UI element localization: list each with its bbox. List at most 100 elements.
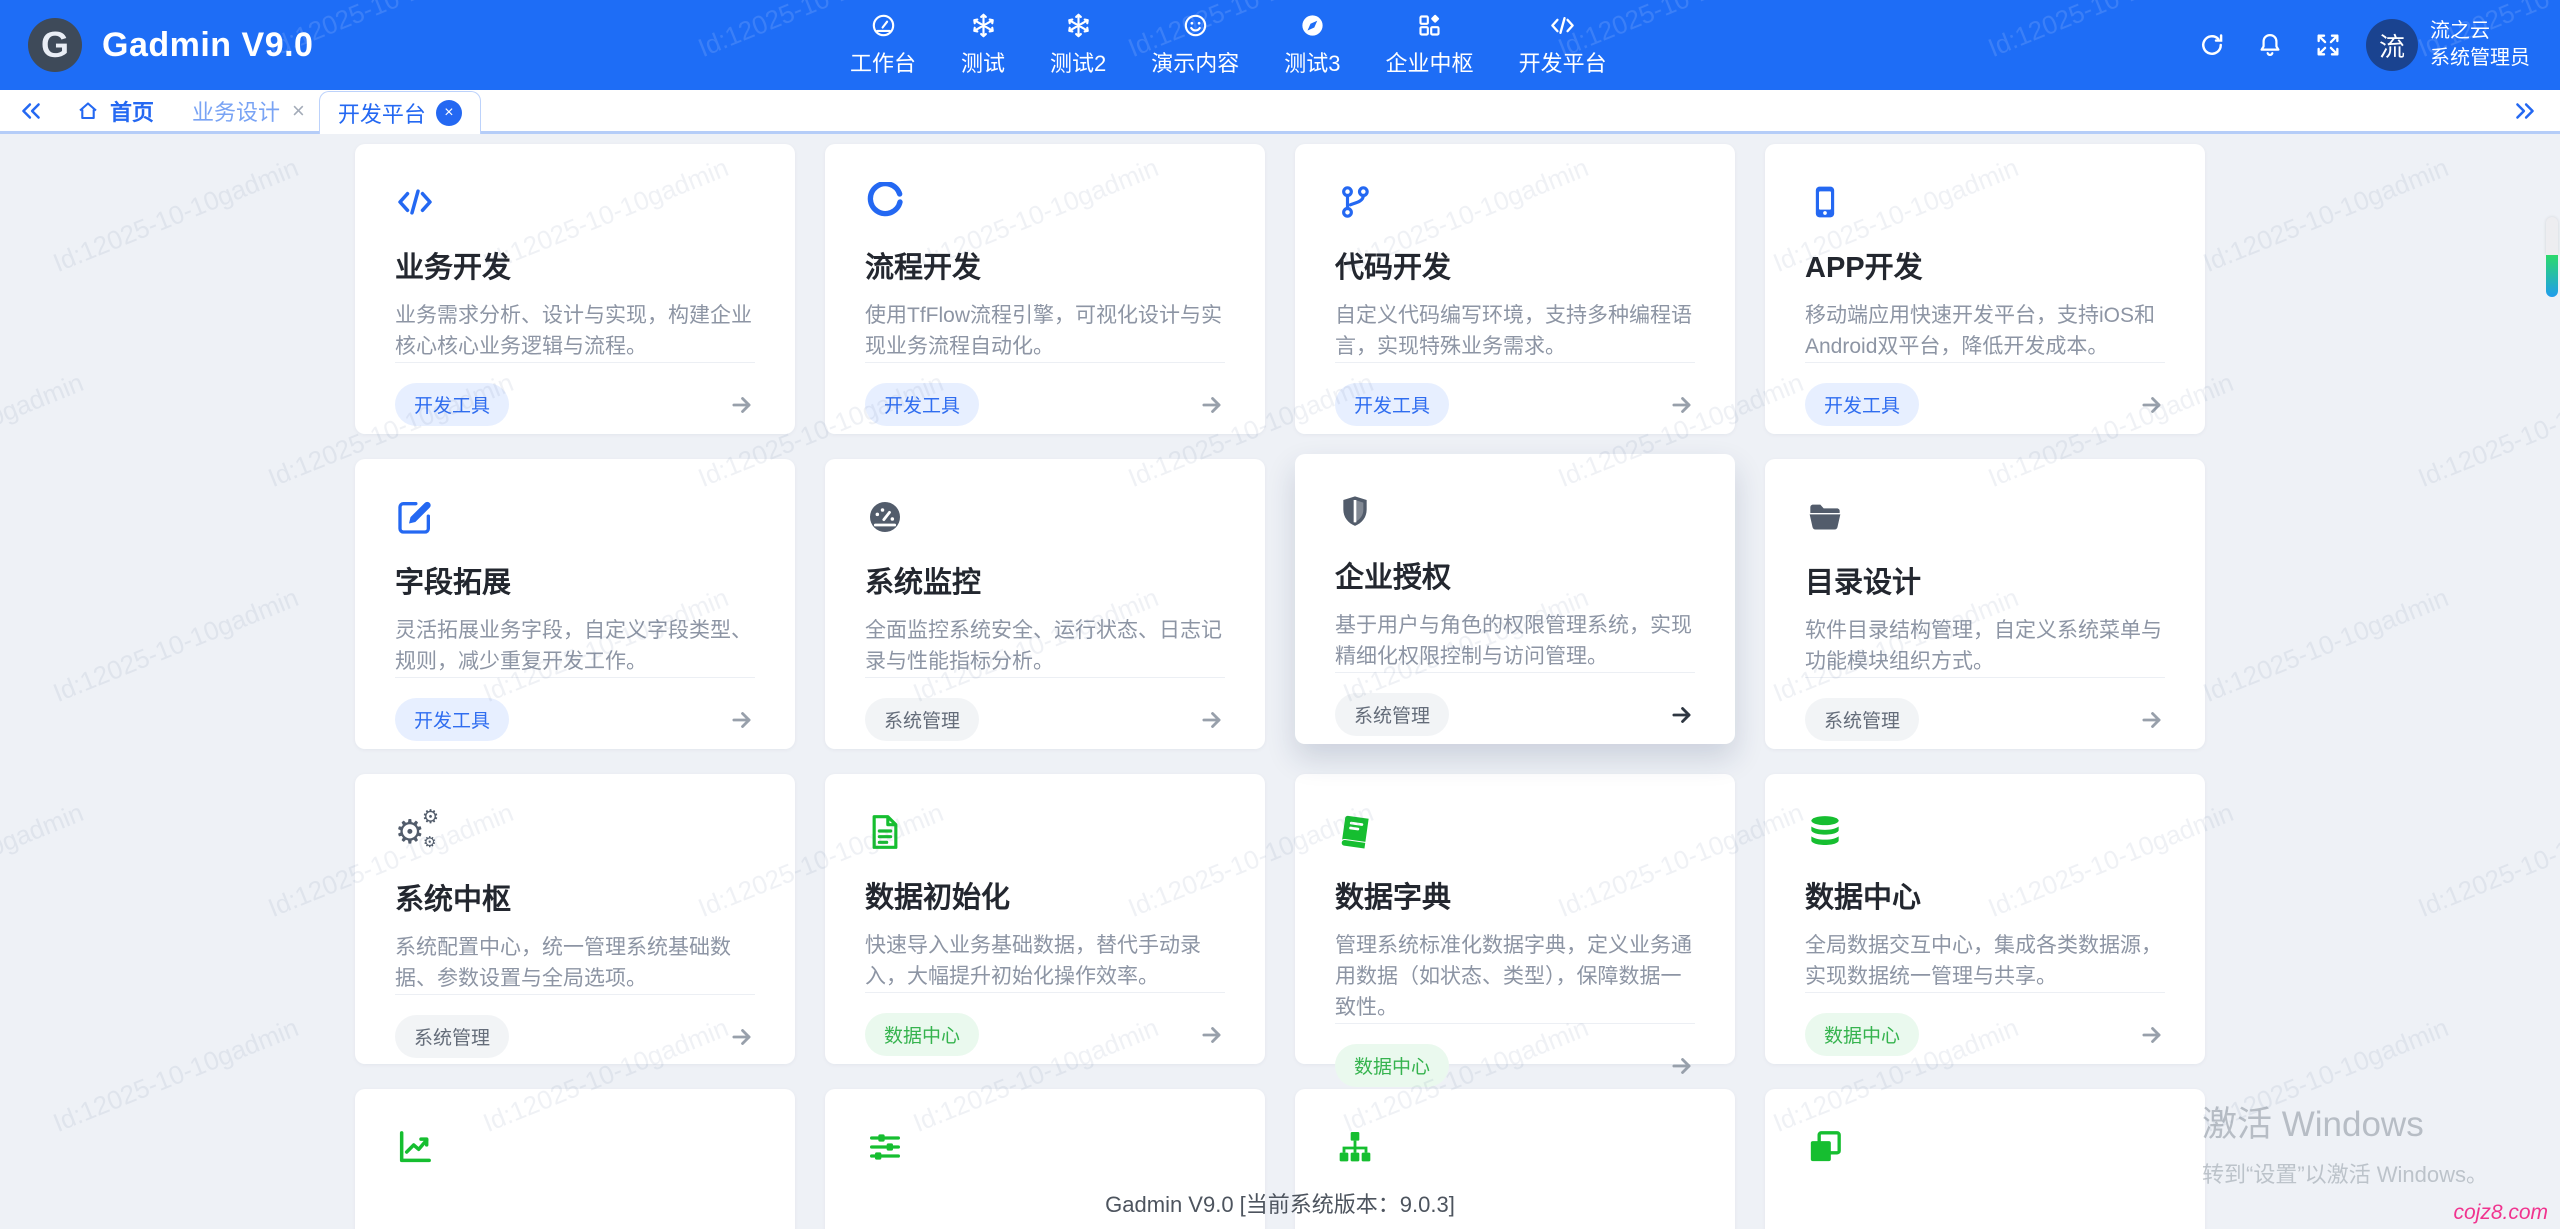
category-tag: 数据中心 (1805, 1013, 1919, 1056)
module-card-APP开发[interactable]: APP开发移动端应用快速开发平台，支持iOS和Android双平台，降低开发成本… (1765, 144, 2205, 434)
arrow-right-icon[interactable] (1669, 1053, 1695, 1079)
card-footer: 系统管理 (1335, 672, 1695, 736)
card-title: 系统中枢 (395, 876, 755, 918)
card-description: 软件目录结构管理，自定义系统菜单与功能模块组织方式。 (1805, 615, 2165, 677)
arrow-right-icon[interactable] (2139, 1022, 2165, 1048)
module-card-业务开发[interactable]: 业务开发业务需求分析、设计与实现，构建企业核心核心业务逻辑与流程。开发工具 (355, 144, 795, 434)
top-header: G Gadmin V9.0 工作台 测试测试2 演示内容 测试3 企业中枢 开发平台 流 … (0, 0, 2560, 90)
module-card-企业授权[interactable]: 企业授权基于用户与角色的权限管理系统，实现精细化权限控制与访问管理。系统管理 (1295, 454, 1735, 744)
card-title: 数据中心 (1805, 874, 2165, 916)
nav-label: 开发平台 (1519, 46, 1607, 78)
card-title: 代码开发 (1335, 244, 1695, 286)
close-icon[interactable]: × (436, 100, 462, 126)
main-nav: 工作台 测试测试2 演示内容 测试3 企业中枢 开发平台 (850, 0, 1607, 90)
card-description: 业务需求分析、设计与实现，构建企业核心核心业务逻辑与流程。 (395, 300, 755, 362)
module-card-数据字典[interactable]: 数据字典管理系统标准化数据字典，定义业务通用数据（如状态、类型），保障数据一致性… (1295, 774, 1735, 1064)
nav-item-开发平台[interactable]: 开发平台 (1519, 12, 1607, 78)
module-card-流程开发[interactable]: 流程开发使用TfFlow流程引擎，可视化设计与实现业务流程自动化。开发工具 (825, 144, 1265, 434)
app-logo: G (28, 18, 82, 72)
card-description: 移动端应用快速开发平台，支持iOS和Android双平台，降低开发成本。 (1805, 300, 2165, 362)
nav-label: 演示内容 (1151, 46, 1239, 78)
card-description: 全局数据交互中心，集成各类数据源，实现数据统一管理与共享。 (1805, 930, 2165, 992)
code-icon (395, 182, 755, 222)
chart-line-icon (395, 1127, 755, 1169)
snowflake-icon (970, 12, 997, 39)
tab-bar: 首页 业务设计 × 开发平台 × (0, 90, 2560, 134)
fullscreen-icon[interactable] (2314, 31, 2342, 59)
arrow-right-icon[interactable] (1199, 1022, 1225, 1048)
nav-item-测试[interactable]: 测试 (961, 12, 1005, 78)
scrollbar-thumb[interactable] (2546, 217, 2558, 297)
smiley-icon (1182, 12, 1209, 39)
arrow-right-icon[interactable] (2139, 707, 2165, 733)
tab-label: 开发平台 (338, 97, 426, 129)
arrow-right-icon[interactable] (1199, 707, 1225, 733)
user-role: 系统管理员 (2430, 45, 2530, 72)
module-card-代码开发[interactable]: 代码开发自定义代码编写环境，支持多种编程语言，实现特殊业务需求。开发工具 (1295, 144, 1735, 434)
shield-icon (1335, 492, 1695, 532)
corner-link: cojz8.com (2453, 1201, 2548, 1225)
dashboard-icon (865, 497, 1225, 537)
gauge-icon (870, 12, 897, 39)
module-card-数据中心[interactable]: 数据中心全局数据交互中心，集成各类数据源，实现数据统一管理与共享。数据中心 (1765, 774, 2205, 1064)
card-title: 业务开发 (395, 244, 755, 286)
card-footer: 系统管理 (395, 994, 755, 1058)
avatar: 流 (2366, 19, 2418, 71)
folder-icon (1805, 497, 2165, 537)
refresh-icon[interactable] (2198, 31, 2226, 59)
chevrons-right-icon[interactable] (2512, 98, 2538, 124)
module-card-字段拓展[interactable]: 字段拓展灵活拓展业务字段，自定义字段类型、规则，减少重复开发工作。开发工具 (355, 459, 795, 749)
database-icon (1805, 812, 2165, 852)
user-info: 流之云 系统管理员 (2430, 18, 2530, 72)
category-tag: 开发工具 (1805, 383, 1919, 426)
card-footer: 数据中心 (1335, 1023, 1695, 1087)
header-actions: 流 流之云 系统管理员 (2168, 0, 2530, 90)
arrow-right-icon[interactable] (2139, 392, 2165, 418)
card-footer: 开发工具 (1805, 362, 2165, 426)
windows-icon (1805, 1127, 2165, 1169)
module-card-数据初始化[interactable]: 数据初始化快速导入业务基础数据，替代手动录入，大幅提升初始化操作效率。数据中心 (825, 774, 1265, 1064)
nav-item-演示内容[interactable]: 演示内容 (1151, 12, 1239, 78)
card-description: 基于用户与角色的权限管理系统，实现精细化权限控制与访问管理。 (1335, 610, 1695, 672)
category-tag: 开发工具 (1335, 383, 1449, 426)
module-card-系统监控[interactable]: 系统监控全面监控系统安全、运行状态、日志记录与性能指标分析。系统管理 (825, 459, 1265, 749)
user-name: 流之云 (2430, 18, 2530, 45)
tab-dev-platform[interactable]: 开发平台 × (319, 91, 481, 134)
arrow-right-icon[interactable] (729, 1024, 755, 1050)
module-card-系统中枢[interactable]: ⚙⚙⚙系统中枢系统配置中心，统一管理系统基础数据、参数设置与全局选项。系统管理 (355, 774, 795, 1064)
sitemap-icon (1335, 1127, 1695, 1169)
card-footer: 系统管理 (1805, 677, 2165, 741)
nav-label: 企业中枢 (1386, 46, 1474, 78)
category-tag: 开发工具 (865, 383, 979, 426)
arrow-right-icon[interactable] (729, 707, 755, 733)
nav-label: 测试2 (1050, 46, 1106, 78)
notifications-bell-icon[interactable] (2256, 31, 2284, 59)
card-description: 灵活拓展业务字段，自定义字段类型、规则，减少重复开发工作。 (395, 615, 755, 677)
nav-item-测试3[interactable]: 测试3 (1284, 12, 1340, 78)
brand: G Gadmin V9.0 (0, 18, 313, 72)
nav-item-工作台[interactable]: 工作台 (850, 12, 916, 78)
document-icon (865, 812, 1225, 852)
card-footer: 数据中心 (865, 992, 1225, 1056)
card-footer: 系统管理 (865, 677, 1225, 741)
card-footer: 开发工具 (865, 362, 1225, 426)
module-card-目录设计[interactable]: 目录设计软件目录结构管理，自定义系统菜单与功能模块组织方式。系统管理 (1765, 459, 2205, 749)
tab-home[interactable]: 首页 (54, 90, 174, 131)
close-icon[interactable]: × (292, 100, 305, 122)
category-tag: 系统管理 (865, 698, 979, 741)
user-menu[interactable]: 流 流之云 系统管理员 (2366, 18, 2530, 72)
arrow-right-icon[interactable] (729, 392, 755, 418)
git-branch-icon (1335, 182, 1695, 222)
chevrons-left-icon[interactable] (18, 98, 44, 124)
nav-label: 工作台 (850, 46, 916, 78)
arrow-right-icon[interactable] (1199, 392, 1225, 418)
tab-business-design[interactable]: 业务设计 × (174, 90, 319, 131)
phone-icon (1805, 182, 2165, 222)
tab-label: 首页 (110, 95, 154, 127)
nav-item-测试2[interactable]: 测试2 (1050, 12, 1106, 78)
card-description: 系统配置中心，统一管理系统基础数据、参数设置与全局选项。 (395, 932, 755, 994)
loop-icon (865, 182, 1225, 222)
arrow-right-icon[interactable] (1669, 392, 1695, 418)
arrow-right-icon[interactable] (1669, 702, 1695, 728)
nav-item-企业中枢[interactable]: 企业中枢 (1386, 12, 1474, 78)
